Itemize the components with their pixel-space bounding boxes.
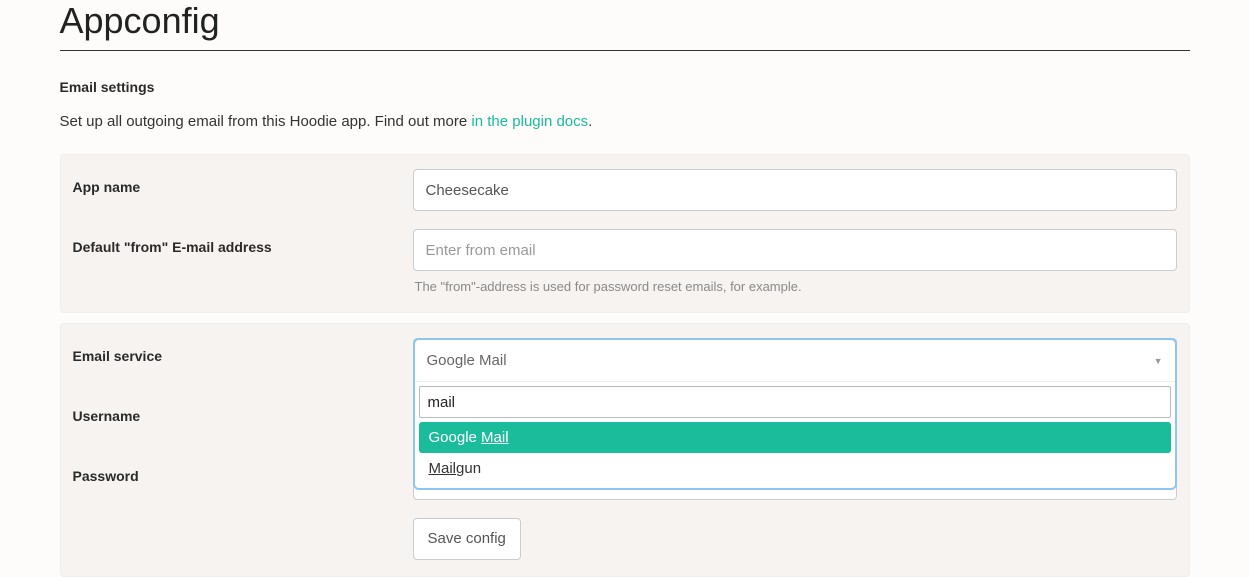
email-service-label: Email service [73,338,413,364]
section-title: Email settings [60,79,1190,95]
chevron-down-icon: ▼ [1154,356,1163,366]
page-title: Appconfig [60,0,1190,51]
password-label: Password [73,458,413,484]
from-email-label: Default "from" E-mail address [73,229,413,255]
app-name-input[interactable] [413,169,1177,211]
email-service-dropdown: Google Mail ▼ Google Mail Mailgun [413,338,1177,490]
save-config-button[interactable]: Save config [413,518,521,560]
username-label: Username [73,398,413,424]
smtp-settings-panel: Email service Google Mail ▼ Username Pas… [60,323,1190,577]
from-email-help: The "from"-address is used for password … [413,279,1177,294]
intro-text: Set up all outgoing email from this Hood… [60,113,1190,130]
app-name-label: App name [73,169,413,195]
basic-settings-panel: App name Default "from" E-mail address T… [60,154,1190,313]
from-email-input[interactable] [413,229,1177,271]
plugin-docs-link[interactable]: in the plugin docs [471,113,588,130]
email-service-options-list: Google Mail Mailgun [415,418,1175,488]
email-service-search-input[interactable] [419,386,1171,418]
email-service-option[interactable]: Google Mail [419,422,1171,453]
email-service-option[interactable]: Mailgun [419,453,1171,484]
email-service-dropdown-display[interactable]: Google Mail ▼ [415,340,1175,382]
